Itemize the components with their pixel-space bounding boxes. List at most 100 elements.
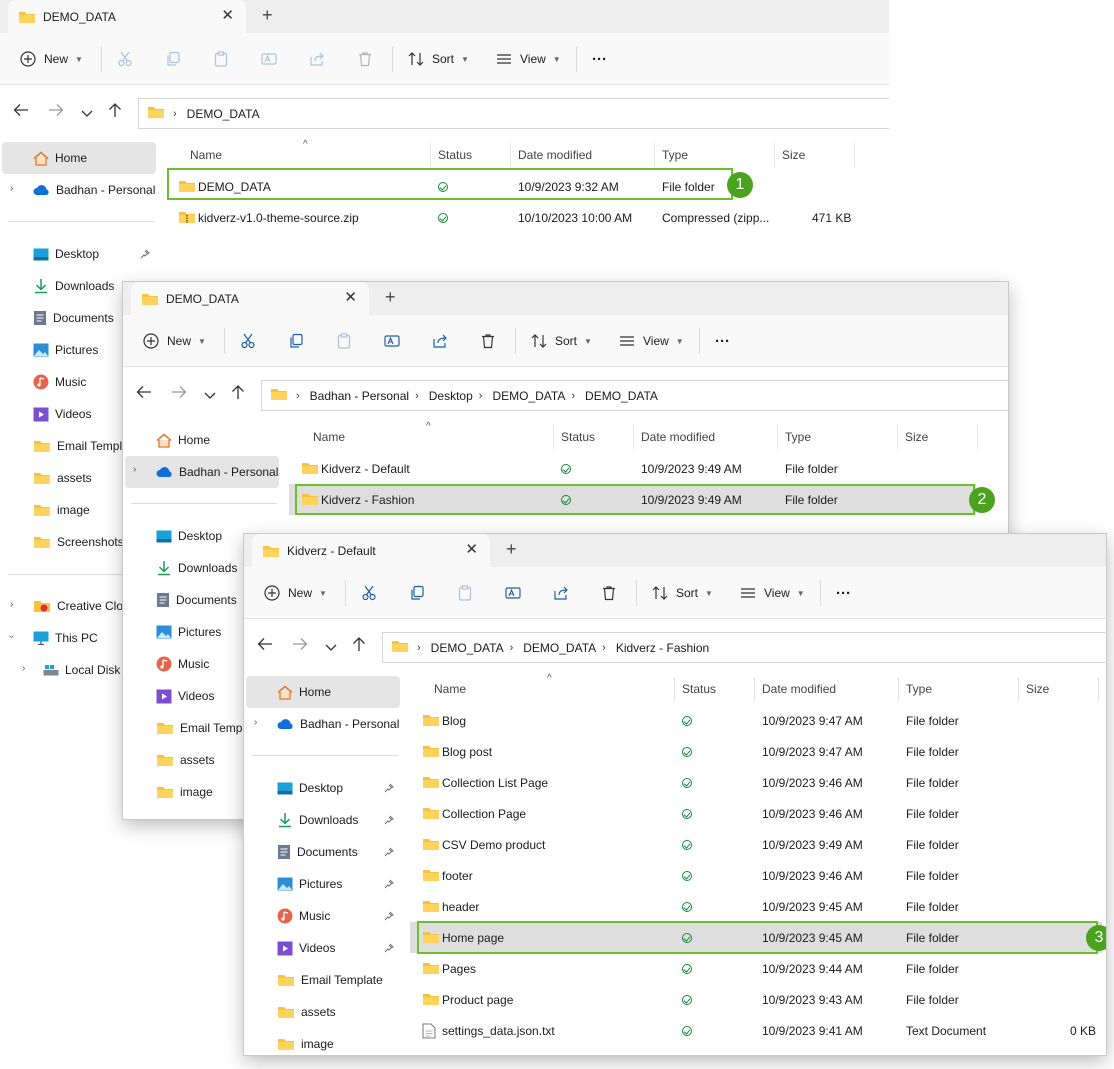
sidebar-item-documents[interactable]: Documents bbox=[246, 836, 400, 868]
column-name[interactable]: Name bbox=[313, 430, 345, 444]
more-options-button[interactable]: ··· bbox=[836, 567, 851, 619]
new-tab-button[interactable]: + bbox=[506, 539, 517, 560]
new-button[interactable]: New ▼ bbox=[20, 33, 83, 85]
forward-arrow-icon[interactable] bbox=[171, 385, 187, 402]
forward-arrow-icon[interactable] bbox=[292, 637, 308, 654]
new-button[interactable]: New ▼ bbox=[264, 567, 327, 619]
sidebar-item-image[interactable]: image bbox=[246, 1028, 400, 1055]
recent-chevron-icon[interactable] bbox=[204, 389, 216, 403]
pin-icon[interactable] bbox=[384, 782, 394, 796]
expand-chevron-icon[interactable]: › bbox=[133, 464, 136, 475]
column-status[interactable]: Status bbox=[682, 682, 716, 696]
sidebar-item-home[interactable]: Home bbox=[2, 142, 156, 174]
list-item[interactable]: kidverz-v1.0-theme-source.zip 10/10/2023… bbox=[166, 202, 885, 233]
up-arrow-icon[interactable] bbox=[352, 636, 366, 655]
breadcrumb[interactable]: DEMO_DATA bbox=[431, 641, 504, 655]
sidebar-item-pictures[interactable]: Pictures bbox=[246, 868, 400, 900]
pin-icon[interactable] bbox=[384, 910, 394, 924]
sort-button[interactable]: Sort ▼ bbox=[531, 315, 592, 367]
sidebar-item-onedrive[interactable]: › Badhan - Personal bbox=[125, 456, 279, 488]
pin-icon[interactable] bbox=[384, 846, 394, 860]
breadcrumb[interactable]: DEMO_DATA bbox=[187, 107, 260, 121]
breadcrumb[interactable]: DEMO_DATA bbox=[585, 389, 658, 403]
delete-button[interactable] bbox=[601, 567, 617, 619]
pin-icon[interactable] bbox=[140, 248, 150, 262]
view-button[interactable]: View ▼ bbox=[619, 315, 684, 367]
share-button[interactable] bbox=[432, 315, 448, 367]
column-date[interactable]: Date modified bbox=[641, 430, 715, 444]
column-status[interactable]: Status bbox=[438, 148, 472, 162]
column-name[interactable]: Name bbox=[434, 682, 466, 696]
column-type[interactable]: Type bbox=[662, 148, 688, 162]
column-date[interactable]: Date modified bbox=[762, 682, 836, 696]
list-item[interactable]: Blog post 10/9/2023 9:47 AM File folder bbox=[410, 736, 1102, 767]
list-item[interactable]: CSV Demo product 10/9/2023 9:49 AM File fo… bbox=[410, 829, 1102, 860]
list-item[interactable]: header 10/9/2023 9:45 AM File folder bbox=[410, 891, 1102, 922]
sidebar-item-onedrive[interactable]: Badhan - Personal bbox=[2, 174, 156, 206]
cut-button[interactable] bbox=[361, 567, 377, 619]
column-type[interactable]: Type bbox=[906, 682, 932, 696]
list-item[interactable]: footer 10/9/2023 9:46 AM File folder bbox=[410, 860, 1102, 891]
sidebar-item-home[interactable]: Home bbox=[246, 676, 400, 708]
pin-icon[interactable] bbox=[384, 878, 394, 892]
new-button[interactable]: New ▼ bbox=[143, 315, 206, 367]
delete-button[interactable] bbox=[480, 315, 496, 367]
column-date[interactable]: Date modified bbox=[518, 148, 592, 162]
sidebar-item-music[interactable]: Music bbox=[246, 900, 400, 932]
sidebar-item-videos[interactable]: Videos bbox=[246, 932, 400, 964]
up-arrow-icon[interactable] bbox=[231, 384, 245, 403]
sort-button[interactable]: Sort ▼ bbox=[408, 33, 469, 85]
pin-icon[interactable] bbox=[384, 942, 394, 956]
tab-demo-data[interactable]: DEMO_DATA ✕ bbox=[8, 0, 246, 33]
list-item[interactable]: Collection List Page 10/9/2023 9:46 AM Fil… bbox=[410, 767, 1102, 798]
breadcrumb[interactable]: Kidverz - Fashion bbox=[616, 641, 709, 655]
tab-kidverz-default[interactable]: Kidverz - Default ✕ bbox=[252, 534, 490, 567]
breadcrumb[interactable]: DEMO_DATA bbox=[523, 641, 596, 655]
share-button[interactable] bbox=[553, 567, 569, 619]
copy-button[interactable] bbox=[288, 315, 304, 367]
list-item[interactable]: Kidverz - Default 10/9/2023 9:49 AM File… bbox=[289, 453, 1004, 484]
tab-demo-data[interactable]: DEMO_DATA ✕ bbox=[131, 282, 369, 315]
new-tab-button[interactable]: + bbox=[262, 5, 273, 26]
close-tab-icon[interactable]: ✕ bbox=[465, 540, 478, 558]
copy-button[interactable] bbox=[165, 33, 181, 85]
sidebar-item-onedrive[interactable]: Badhan - Personal bbox=[246, 708, 400, 740]
breadcrumb[interactable]: DEMO_DATA bbox=[492, 389, 565, 403]
close-tab-icon[interactable]: ✕ bbox=[221, 6, 234, 24]
view-button[interactable]: View ▼ bbox=[496, 33, 561, 85]
breadcrumb[interactable]: Desktop bbox=[429, 389, 473, 403]
paste-button[interactable] bbox=[457, 567, 473, 619]
list-item[interactable]: Pages 10/9/2023 9:44 AM File folder bbox=[410, 953, 1102, 984]
back-arrow-icon[interactable] bbox=[257, 637, 273, 654]
back-arrow-icon[interactable] bbox=[136, 385, 152, 402]
rename-button[interactable] bbox=[505, 567, 521, 619]
sidebar-item-desktop[interactable]: Desktop bbox=[246, 772, 400, 804]
rename-button[interactable] bbox=[261, 33, 277, 85]
cut-button[interactable] bbox=[240, 315, 256, 367]
rename-button[interactable] bbox=[384, 315, 400, 367]
recent-chevron-icon[interactable] bbox=[325, 641, 337, 655]
sidebar-item-downloads[interactable]: Downloads bbox=[246, 804, 400, 836]
address-bar[interactable]: › DEMO_DATA bbox=[138, 98, 889, 129]
back-arrow-icon[interactable] bbox=[13, 103, 29, 120]
list-item[interactable]: Collection Page 10/9/2023 9:46 AM File fol… bbox=[410, 798, 1102, 829]
column-status[interactable]: Status bbox=[561, 430, 595, 444]
forward-arrow-icon[interactable] bbox=[48, 103, 64, 120]
view-button[interactable]: View ▼ bbox=[740, 567, 805, 619]
new-tab-button[interactable]: + bbox=[385, 287, 396, 308]
column-name[interactable]: Name bbox=[190, 148, 222, 162]
delete-button[interactable] bbox=[357, 33, 373, 85]
sidebar-item-home[interactable]: Home bbox=[125, 424, 279, 456]
copy-button[interactable] bbox=[409, 567, 425, 619]
list-item[interactable]: Product page 10/9/2023 9:43 AM File folder bbox=[410, 984, 1102, 1015]
paste-button[interactable] bbox=[336, 315, 352, 367]
list-item[interactable]: settings_data.json.txt 10/9/2023 9:41 AM T… bbox=[410, 1015, 1102, 1046]
column-size[interactable]: Size bbox=[905, 430, 928, 444]
paste-button[interactable] bbox=[213, 33, 229, 85]
share-button[interactable] bbox=[309, 33, 325, 85]
list-item[interactable]: Blog 10/9/2023 9:47 AM File folder bbox=[410, 705, 1102, 736]
recent-chevron-icon[interactable] bbox=[81, 107, 93, 121]
column-type[interactable]: Type bbox=[785, 430, 811, 444]
close-tab-icon[interactable]: ✕ bbox=[344, 288, 357, 306]
more-options-button[interactable]: ··· bbox=[592, 33, 607, 85]
